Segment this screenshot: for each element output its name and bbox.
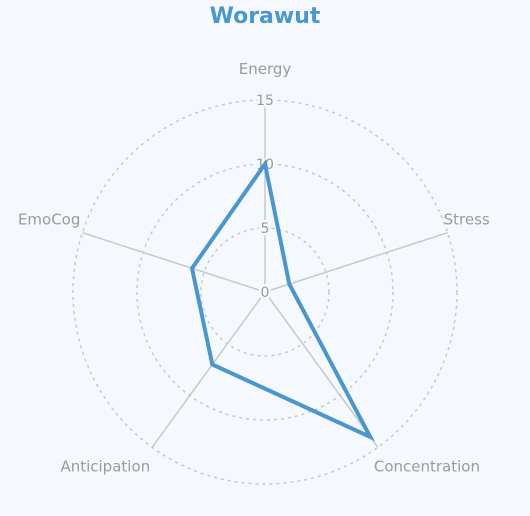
radar-plot-area: 051015EnergyStressConcentrationAnticipat… — [18, 60, 490, 485]
axis-label-emocog: EmoCog — [18, 211, 80, 229]
axis-label-stress: Stress — [444, 211, 490, 229]
spoke-emocog — [82, 231, 266, 293]
axis-label-energy: Energy — [239, 60, 292, 78]
spoke-concentration — [264, 291, 379, 448]
spoke-stress — [264, 231, 448, 293]
radial-tick-label: 0 — [261, 285, 270, 301]
radar-chart: Worawut 0 5 10 15 Energy Stress Concentration A… — [0, 0, 530, 516]
axis-label-concentration: Concentration — [374, 457, 480, 475]
radial-tick-label: 5 — [261, 221, 270, 237]
radial-tick-label: 15 — [256, 93, 274, 109]
axis-label-anticipation: Anticipation — [60, 457, 150, 475]
series-line — [189, 159, 375, 442]
spoke-anticipation — [151, 291, 266, 448]
